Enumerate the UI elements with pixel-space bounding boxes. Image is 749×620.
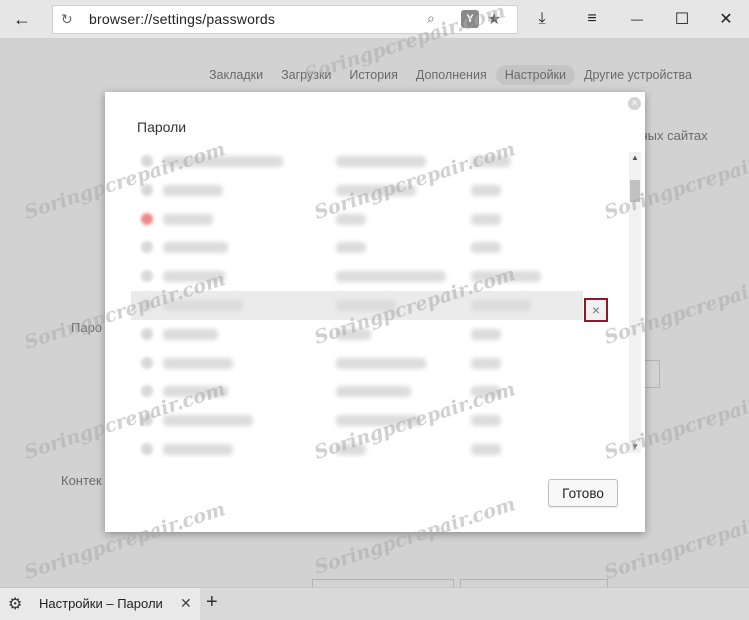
reload-icon[interactable]: ↻: [61, 11, 73, 28]
password-list-scrollbar[interactable]: ▲ ▼: [629, 152, 641, 453]
bookmark-star-icon[interactable]: ★: [487, 9, 501, 29]
delete-password-button[interactable]: ×: [584, 298, 608, 322]
site-favicon-icon: [141, 298, 153, 311]
password-row[interactable]: [131, 147, 583, 176]
site-favicon-icon: [141, 155, 153, 167]
scroll-thumb[interactable]: [630, 180, 640, 202]
password-row[interactable]: [131, 233, 583, 262]
yandex-protect-icon[interactable]: Y: [461, 10, 479, 28]
dialog-title: Пароли: [137, 119, 187, 135]
site-favicon-icon: [141, 356, 153, 369]
maximize-icon[interactable]: ☐: [670, 7, 694, 31]
password-row[interactable]: [131, 176, 583, 205]
site-favicon-icon: [141, 385, 153, 398]
done-button[interactable]: Готово: [548, 479, 618, 507]
dialog-close-icon[interactable]: ×: [628, 97, 641, 110]
scroll-up-arrow-icon[interactable]: ▲: [629, 152, 641, 164]
window-close-icon[interactable]: ✕: [714, 7, 738, 31]
passwords-dialog: × Пароли × ▲ ▼ Готово: [105, 92, 645, 532]
site-favicon-icon: [141, 241, 153, 254]
tab-close-icon[interactable]: ✕: [180, 595, 192, 612]
download-icon[interactable]: ⤓: [530, 7, 554, 31]
password-row[interactable]: [131, 406, 583, 435]
new-tab-plus-icon[interactable]: +: [206, 591, 218, 614]
menu-icon[interactable]: ≡: [580, 7, 604, 31]
browser-toolbar: ← ↻ browser://settings/passwords ⌕ Y ★ ⤓…: [0, 0, 749, 39]
site-favicon-icon: [141, 414, 153, 427]
site-favicon-icon: [141, 183, 153, 196]
address-url[interactable]: browser://settings/passwords: [89, 11, 275, 27]
password-row[interactable]: [131, 262, 583, 291]
password-list: [131, 147, 583, 458]
password-row[interactable]: [131, 349, 583, 378]
password-row[interactable]: [131, 377, 583, 406]
password-row[interactable]: [131, 435, 583, 458]
address-bar[interactable]: ↻ browser://settings/passwords ⌕ Y ★: [52, 5, 518, 34]
tab-settings-passwords[interactable]: ⚙ Настройки – Пароли ✕: [0, 588, 200, 620]
tab-title[interactable]: Настройки – Пароли: [39, 596, 163, 611]
password-row-hovered[interactable]: [131, 290, 583, 320]
search-icon[interactable]: ⌕: [427, 10, 435, 27]
password-row[interactable]: [131, 320, 583, 349]
site-favicon-icon: [141, 270, 153, 283]
scroll-down-arrow-icon[interactable]: ▼: [629, 441, 641, 453]
site-favicon-icon: [141, 442, 153, 455]
site-favicon-icon: [141, 212, 153, 225]
minimize-icon[interactable]: —: [625, 7, 649, 31]
gear-icon: ⚙: [8, 596, 23, 613]
back-arrow-icon[interactable]: ←: [10, 8, 34, 30]
password-row[interactable]: [131, 205, 583, 234]
site-favicon-icon: [141, 327, 153, 340]
tab-strip: ⚙ Настройки – Пароли ✕ +: [0, 587, 749, 620]
